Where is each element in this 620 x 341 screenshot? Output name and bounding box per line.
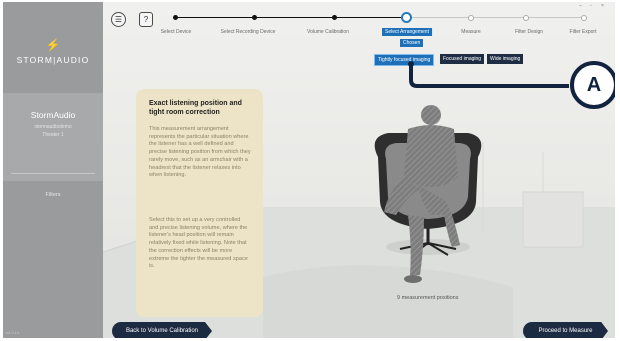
info-card-title: Exact listening position and tight room … bbox=[149, 100, 242, 116]
theater-name: Theater 1 bbox=[42, 132, 64, 138]
info-card-paragraph-2: Select this to set up a very controlled … bbox=[149, 217, 248, 270]
armchair-listener-illustration bbox=[374, 105, 482, 283]
sidebar-divider bbox=[11, 173, 95, 174]
callout-badge: A bbox=[570, 61, 615, 109]
info-card bbox=[136, 89, 263, 317]
info-card-paragraph-1: This measurement arrangement represents … bbox=[149, 126, 251, 179]
back-button[interactable]: Back to Volume Calibration bbox=[112, 322, 212, 338]
proceed-button[interactable]: Proceed to Measure bbox=[523, 322, 608, 338]
callout-letter: A bbox=[586, 74, 602, 96]
version-label: v4.0.14 bbox=[6, 330, 20, 335]
device-sub: stormaudiodemo bbox=[34, 124, 72, 130]
sidebar-item-filters[interactable]: Filters bbox=[3, 192, 103, 198]
app-window: ⚡ STORM|AUDIO StormAudio stormaudiodemo … bbox=[3, 2, 615, 338]
measurement-positions-label: 9 measurement positions bbox=[397, 295, 459, 301]
callout-connector bbox=[408, 61, 569, 88]
